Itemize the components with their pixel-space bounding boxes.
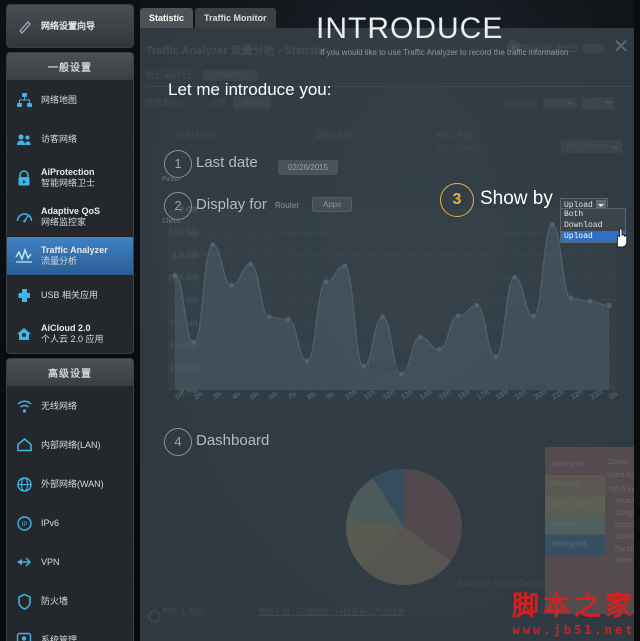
aicloud-icon [14, 324, 34, 344]
watermark-title: 脚本之家 [512, 591, 636, 622]
sidebar-section-general: 一般设置 网络地图 访客网络 AiProtection 智能网络卫士 Adapt… [6, 52, 134, 354]
step-2-label: Display for [196, 196, 267, 213]
step-1-hint: Finish [162, 176, 181, 183]
vpn-icon [14, 552, 34, 572]
main-panel: Statistic Traffic Monitor Traffic Analyz… [140, 0, 640, 641]
sidebar-item-firewall[interactable]: 防火墙 [7, 582, 133, 621]
sidebar-item-label: 内部网络(LAN) [41, 439, 101, 450]
introduce-overlay [140, 28, 640, 641]
svg-text:IP: IP [21, 522, 27, 528]
globe-icon [14, 474, 34, 494]
sidebar-item-label: 网络地图 [41, 94, 78, 105]
step-4-label: Dashboard [196, 432, 270, 449]
wifi-icon [14, 396, 34, 416]
network-map-icon [14, 90, 34, 110]
router-button[interactable]: Router [275, 201, 299, 210]
sidebar-item-label: USB 相关应用 [41, 289, 99, 300]
sidebar-item-label: Traffic Analyzer 流量分析 [41, 245, 108, 266]
sidebar-item-label: 防火墙 [41, 595, 69, 606]
sidebar-item-wizard[interactable]: 网络设置向导 [7, 5, 133, 47]
sidebar-section-general-header: 一般设置 [7, 53, 133, 81]
sidebar-item-traffic-analyzer[interactable]: Traffic Analyzer 流量分析 [7, 237, 133, 276]
window-edge [634, 0, 640, 641]
wizard-icon [15, 16, 35, 36]
step-2-number: 2 [164, 192, 192, 220]
screen: 网络设置向导 一般设置 网络地图 访客网络 AiProtection 智能网络卫… [0, 0, 640, 641]
admin-icon [14, 630, 34, 641]
traffic-analyzer-icon [14, 246, 34, 266]
introduce-title: INTRODUCE [316, 12, 504, 45]
show-by-dropdown[interactable]: Upload Daily Both Download Upload [560, 194, 640, 248]
sidebar-item-guest-network[interactable]: 访客网络 [7, 120, 133, 159]
sidebar-wizard-card[interactable]: 网络设置向导 [6, 4, 134, 48]
sidebar-item-label: Adaptive QoS 网络监控家 [41, 206, 101, 227]
sidebar-item-network-map[interactable]: 网络地图 [7, 81, 133, 120]
sidebar-item-ipv6[interactable]: IP IPv6 [7, 504, 133, 543]
tab-traffic-monitor[interactable]: Traffic Monitor [195, 8, 276, 28]
sidebar-item-vpn[interactable]: VPN [7, 543, 133, 582]
sidebar-item-aicloud[interactable]: AiCloud 2.0 个人云 2.0 应用 [7, 315, 133, 353]
option-both[interactable]: Both [561, 209, 625, 220]
sidebar-item-label: 外部网络(WAN) [41, 478, 104, 489]
shield-icon [14, 591, 34, 611]
tab-statistic[interactable]: Statistic [140, 8, 194, 28]
hand-cursor-icon [616, 228, 628, 248]
step-3-label: Show by [480, 188, 553, 209]
apps-button-overlay[interactable]: Apps [312, 197, 353, 212]
sidebar-item-label: 系统管理 [41, 634, 78, 641]
sidebar-section-advanced-header: 高级设置 [7, 359, 133, 387]
sidebar-item-wan[interactable]: 外部网络(WAN) [7, 465, 133, 504]
step-1-number: 1 [164, 150, 192, 178]
sidebar-item-label: VPN [41, 556, 60, 567]
sidebar-wizard-label: 网络设置向导 [41, 20, 96, 31]
sidebar-item-usb-application[interactable]: USB 相关应用 [7, 276, 133, 315]
sidebar-item-wireless[interactable]: 无线网络 [7, 387, 133, 426]
ipv6-icon: IP [14, 513, 34, 533]
step-1-label: Last date [196, 154, 258, 171]
introduce-intro-line: Let me introduce you: [168, 80, 332, 99]
sidebar-item-adaptive-qos[interactable]: Adaptive QoS 网络监控家 [7, 198, 133, 237]
sidebar-item-label: IPv6 [41, 517, 60, 528]
step-2-hint: Client [162, 218, 180, 225]
usb-icon [14, 285, 34, 305]
watermark-url: www.jb51.net [512, 623, 636, 637]
lock-icon [14, 168, 34, 188]
step-4-number: 4 [164, 428, 192, 456]
sidebar-item-administration[interactable]: 系统管理 [7, 621, 133, 641]
sidebar-item-lan[interactable]: 内部网络(LAN) [7, 426, 133, 465]
watermark: 脚本之家 www.jb51.net [512, 584, 636, 637]
sidebar-item-aiprotection[interactable]: AiProtection 智能网络卫士 [7, 159, 133, 198]
sidebar-item-label: 访客网络 [41, 133, 78, 144]
sidebar-section-advanced: 高级设置 无线网络 内部网络(LAN) 外部网络(WAN) IP IPv6 VP… [6, 358, 134, 641]
sidebar-item-label: 无线网络 [41, 400, 78, 411]
sidebar-item-label: AiCloud 2.0 个人云 2.0 应用 [41, 323, 104, 344]
last-date-field[interactable]: 02/26/2015 [278, 160, 339, 175]
sidebar: 网络设置向导 一般设置 网络地图 访客网络 AiProtection 智能网络卫… [0, 0, 140, 641]
introduce-description: If you would like to use Traffic Analyze… [320, 48, 569, 57]
gauge-icon [14, 207, 34, 227]
guest-network-icon [14, 129, 34, 149]
tab-bar: Statistic Traffic Monitor [140, 4, 278, 28]
step-3-number: 3 [440, 183, 474, 217]
home-icon [14, 435, 34, 455]
sidebar-item-label: AiProtection 智能网络卫士 [41, 167, 96, 188]
